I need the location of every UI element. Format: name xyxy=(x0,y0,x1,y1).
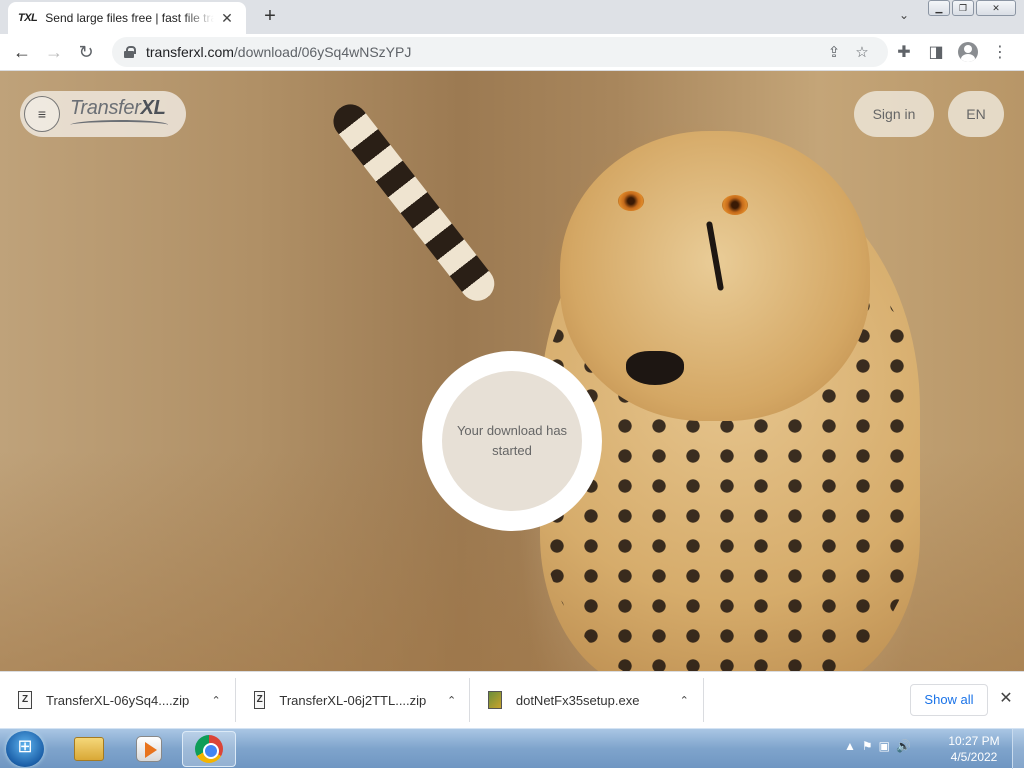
system-tray: ▲ ⚑ ▣ 🔊 xyxy=(844,739,911,753)
download-filename: TransferXL-06j2TTL....zip xyxy=(279,692,427,708)
tab-transferxl[interactable]: TXL Send large files free | fast file tr… xyxy=(8,2,246,34)
download-filename: TransferXL-06ySq4....zip xyxy=(45,692,190,708)
download-status-inner: Your download has started xyxy=(442,371,582,511)
taskbar-explorer[interactable] xyxy=(62,731,116,767)
action-center-flag-icon[interactable]: ⚑ xyxy=(862,739,873,753)
download-status-circle: Your download has started xyxy=(422,351,602,531)
more-menu-icon[interactable]: ⋮ xyxy=(984,42,1016,62)
cheetah-left-eye xyxy=(618,191,644,211)
close-download-shelf-icon[interactable]: ✕ xyxy=(996,688,1016,712)
exe-file-icon xyxy=(488,691,502,709)
hamburger-menu-icon[interactable]: ≡ xyxy=(24,96,60,132)
logo-swoosh xyxy=(68,120,170,130)
cheetah-nose xyxy=(626,351,684,385)
window-close-button[interactable]: ✕ xyxy=(976,0,1016,16)
download-shelf: Z TransferXL-06ySq4....zip ⌃ Z TransferX… xyxy=(0,671,1024,728)
tab-favicon: TXL xyxy=(18,12,38,24)
chevron-up-icon[interactable]: ⌃ xyxy=(677,694,691,707)
url-path: /download/06ySq4wNSzYPJ xyxy=(233,44,412,60)
reload-icon[interactable]: ↻ xyxy=(70,36,102,68)
sign-in-button[interactable]: Sign in xyxy=(854,91,934,137)
download-item[interactable]: Z TransferXL-06ySq4....zip ⌃ xyxy=(0,678,236,722)
cheetah-tail xyxy=(326,97,502,308)
transferxl-logo[interactable]: TransferXL xyxy=(68,94,170,134)
back-arrow-icon[interactable]: ← xyxy=(6,36,38,68)
clock-date: 4/5/2022 xyxy=(950,750,998,764)
minimize-button[interactable]: ▁ xyxy=(928,0,950,16)
site-header-left: ≡ TransferXL xyxy=(20,91,186,137)
chevron-up-icon[interactable]: ⌃ xyxy=(209,694,223,707)
zip-file-icon: Z xyxy=(254,691,266,709)
side-panel-icon[interactable]: ◨ xyxy=(920,42,952,62)
logo-text-bold: XL xyxy=(140,97,166,119)
download-item[interactable]: dotNetFx35setup.exe ⌃ xyxy=(470,678,704,722)
taskbar-chrome[interactable] xyxy=(182,731,236,767)
maximize-button[interactable]: ❐ xyxy=(952,0,974,16)
show-hidden-icons-icon[interactable]: ▲ xyxy=(844,739,856,753)
windows-taskbar: ▲ ⚑ ▣ 🔊 10:27 PM 4/5/2022 xyxy=(0,728,1024,769)
tab-close-icon[interactable]: ✕ xyxy=(218,10,236,27)
chrome-icon xyxy=(195,735,223,763)
download-filename: dotNetFx35setup.exe xyxy=(515,692,640,708)
download-status-text: Your download has started xyxy=(456,423,568,458)
start-button[interactable] xyxy=(6,731,44,767)
hero-background: ≡ TransferXL Sign in EN Your download ha… xyxy=(0,71,1024,671)
taskbar-clock[interactable]: 10:27 PM 4/5/2022 xyxy=(944,733,1004,765)
network-icon[interactable]: ▣ xyxy=(879,739,890,753)
bookmark-star-icon[interactable]: ☆ xyxy=(848,43,876,61)
window-controls: ▁ ❐ ✕ xyxy=(928,0,1016,16)
extensions-puzzle-icon[interactable]: ✚ xyxy=(888,42,920,62)
zip-file-icon: Z xyxy=(18,691,32,709)
logo-text-light: Transfer xyxy=(70,97,141,119)
language-selector[interactable]: EN xyxy=(948,91,1004,137)
new-tab-button[interactable]: + xyxy=(258,5,282,29)
download-item[interactable]: Z TransferXL-06j2TTL....zip ⌃ xyxy=(236,678,470,722)
cheetah-right-eye xyxy=(722,195,748,215)
address-bar[interactable]: transferxl.com/download/06ySq4wNSzYPJ ⇪ … xyxy=(112,37,888,67)
forward-arrow-icon[interactable]: → xyxy=(38,36,70,68)
tab-title: Send large files free | fast file transf… xyxy=(45,11,214,25)
share-icon[interactable]: ⇪ xyxy=(820,43,848,61)
logo-text: TransferXL xyxy=(70,97,166,120)
taskbar-media-player[interactable] xyxy=(122,731,176,767)
url-text[interactable]: transferxl.com/download/06ySq4wNSzYPJ xyxy=(146,44,820,60)
chevron-up-icon[interactable]: ⌃ xyxy=(446,694,457,707)
media-player-icon xyxy=(136,736,162,762)
browser-toolbar: ← → ↻ transferxl.com/download/06ySq4wNSz… xyxy=(0,34,1024,71)
tab-search-chevron-icon[interactable]: ⌄ xyxy=(894,8,914,26)
profile-avatar-icon[interactable] xyxy=(958,42,978,62)
clock-time: 10:27 PM xyxy=(948,734,1000,748)
url-host: transferxl.com xyxy=(146,44,234,60)
lock-icon[interactable] xyxy=(124,46,136,58)
volume-icon[interactable]: 🔊 xyxy=(896,739,911,753)
show-all-downloads-button[interactable]: Show all xyxy=(910,684,988,716)
folder-icon xyxy=(74,737,104,761)
tab-strip: TXL Send large files free | fast file tr… xyxy=(0,0,1024,34)
show-desktop-button[interactable] xyxy=(1012,729,1024,769)
